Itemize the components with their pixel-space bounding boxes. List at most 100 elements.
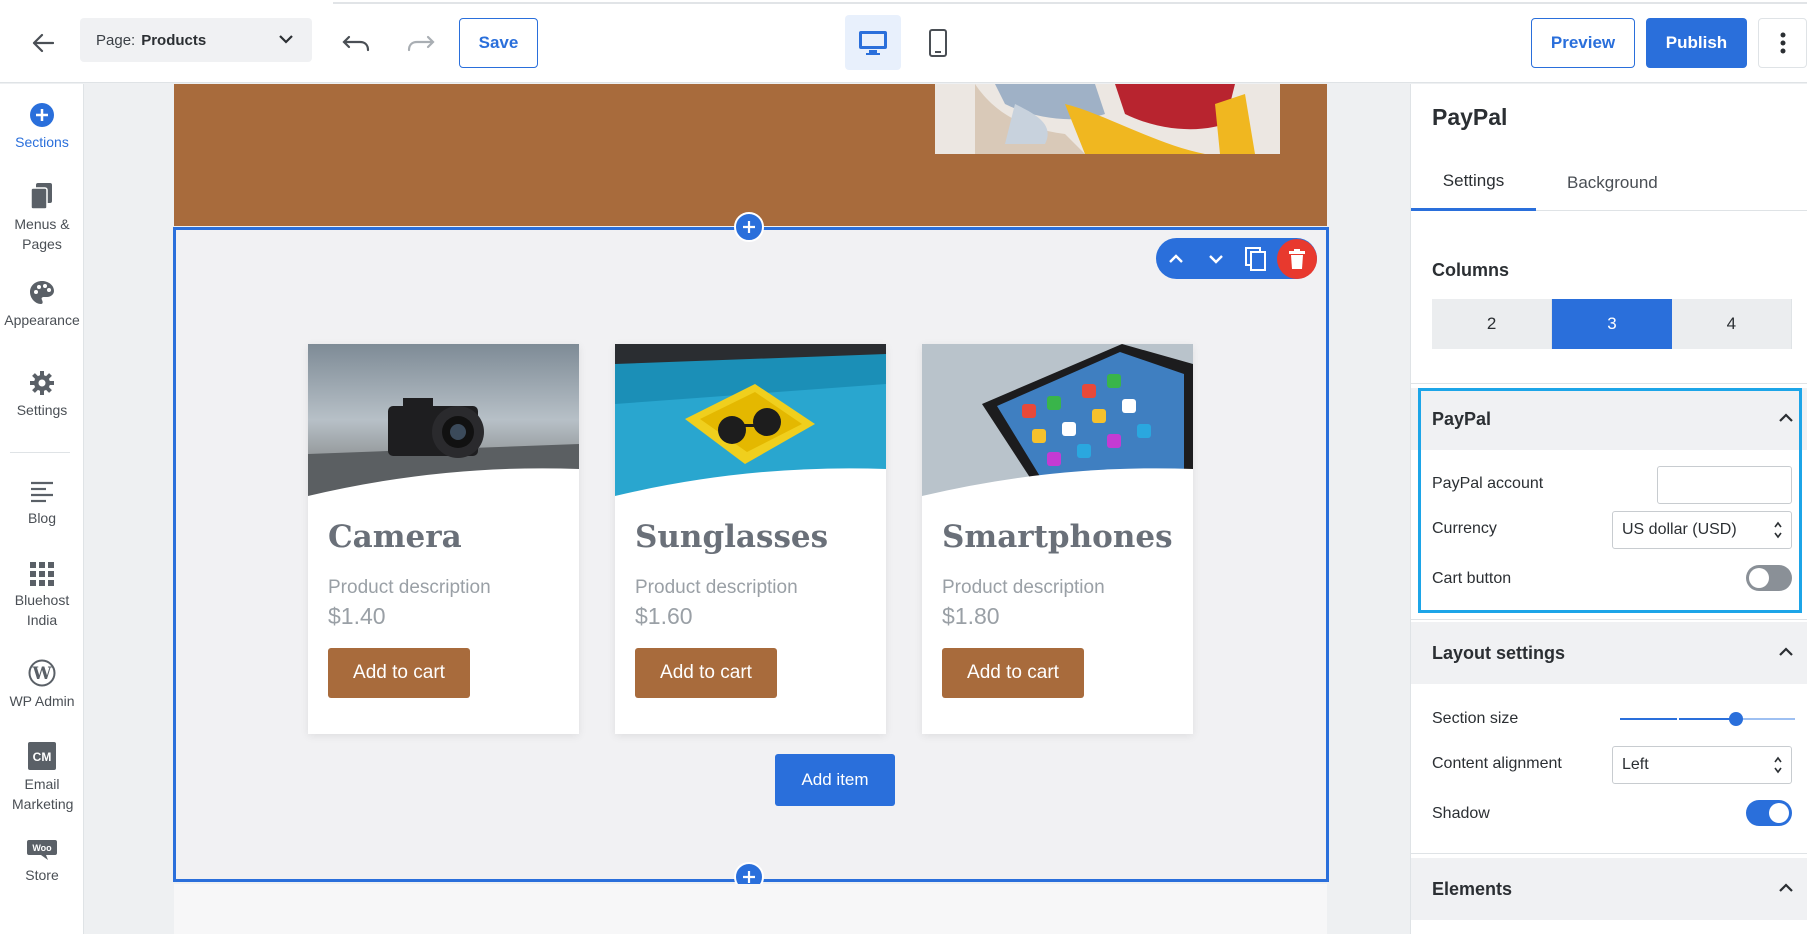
vertical-dots-icon (1780, 32, 1785, 54)
hero-image (935, 84, 1280, 154)
sidebar-item-email-marketing[interactable]: CM Email Marketing (0, 742, 84, 814)
sidebar-item-label: Store (25, 867, 59, 883)
product-card[interactable]: Smartphones Product description $1.80 Ad… (922, 344, 1193, 734)
top-toolbar: Page: Products Save Preview Publish (0, 0, 1807, 83)
move-up-button[interactable] (1156, 238, 1196, 279)
content-alignment-label: Content alignment (1432, 755, 1562, 772)
editor-canvas: Camera Product description $1.40 Add to … (85, 84, 1410, 934)
add-to-cart-button[interactable]: Add to cart (942, 648, 1084, 698)
delete-button[interactable] (1277, 238, 1317, 279)
sidebar-item-label: WP Admin (9, 693, 75, 709)
undo-icon (342, 35, 370, 52)
panel-divider (1411, 619, 1807, 620)
product-price: $1.80 (942, 603, 1000, 629)
add-item-button[interactable]: Add item (775, 754, 895, 806)
next-section[interactable] (174, 884, 1327, 934)
sidebar-item-menus-pages[interactable]: Menus & Pages (0, 182, 84, 254)
layout-heading: Layout settings (1432, 642, 1566, 663)
top-divider (333, 2, 1807, 4)
sidebar-item-label: Bluehost India (14, 592, 70, 628)
wordpress-icon: W (28, 659, 56, 687)
columns-option-3[interactable]: 3 (1552, 299, 1672, 349)
palette-icon (30, 281, 54, 304)
card-curve (615, 468, 886, 504)
publish-button[interactable]: Publish (1646, 18, 1747, 68)
settings-panel: PayPal Settings Background Columns 2 3 4… (1410, 84, 1807, 934)
tab-settings[interactable]: Settings (1411, 154, 1536, 211)
plus-icon (743, 871, 755, 883)
sidebar-item-label: Sections (15, 134, 69, 150)
hero-section[interactable] (174, 84, 1327, 226)
page-selector-value: Products (141, 31, 207, 49)
toggle-knob (1769, 803, 1789, 823)
layout-accordion-header[interactable]: Layout settings (1411, 622, 1807, 684)
elements-accordion-header[interactable]: Elements (1411, 858, 1807, 920)
elements-heading: Elements (1432, 878, 1513, 899)
sidebar-item-blog[interactable]: Blog (0, 480, 84, 528)
copy-icon (1245, 246, 1266, 271)
product-description: Product description (635, 577, 798, 598)
sidebar-item-sections[interactable]: Sections (0, 102, 84, 152)
card-curve (308, 468, 579, 504)
move-down-button[interactable] (1196, 238, 1236, 279)
content-alignment-value: Left (1622, 756, 1649, 773)
section-size-slider[interactable] (1620, 711, 1795, 727)
blog-icon (31, 481, 53, 503)
more-options-button[interactable] (1758, 18, 1807, 68)
left-sidebar: Sections Menus & Pages Appearance Settin… (0, 84, 84, 934)
svg-text:W: W (31, 664, 52, 684)
plus-icon (743, 221, 755, 233)
save-button[interactable]: Save (459, 18, 538, 68)
sidebar-item-wp-admin[interactable]: W WP Admin (0, 659, 84, 711)
svg-text:Woo: Woo (32, 843, 52, 853)
shadow-label: Shadow (1432, 805, 1490, 822)
duplicate-button[interactable] (1236, 238, 1276, 279)
product-description: Product description (328, 577, 491, 598)
sidebar-item-label: Appearance (4, 312, 80, 328)
desktop-view-button[interactable] (845, 15, 901, 70)
sidebar-item-store[interactable]: Woo Store (0, 839, 84, 885)
product-card[interactable]: Sunglasses Product description $1.60 Add… (615, 344, 886, 734)
preview-button[interactable]: Preview (1531, 18, 1635, 68)
mobile-view-button[interactable] (910, 15, 966, 70)
columns-option-2[interactable]: 2 (1432, 299, 1553, 349)
paypal-highlight-box (1418, 388, 1802, 613)
shadow-toggle[interactable] (1746, 800, 1792, 826)
page-selector[interactable]: Page: Products (80, 18, 312, 62)
add-section-above-button[interactable] (734, 212, 764, 242)
chevron-down-icon (1209, 254, 1223, 264)
product-card[interactable]: Camera Product description $1.40 Add to … (308, 344, 579, 734)
grid-icon (30, 562, 54, 586)
slider-thumb[interactable] (1729, 712, 1743, 726)
desktop-icon (859, 30, 887, 55)
product-title: Smartphones (942, 519, 1173, 555)
redo-button[interactable] (401, 26, 441, 60)
redo-icon (407, 35, 435, 52)
svg-text:CM: CM (33, 750, 52, 764)
chevron-up-icon (1779, 647, 1793, 656)
sidebar-item-appearance[interactable]: Appearance (0, 280, 84, 330)
product-price: $1.40 (328, 603, 386, 629)
arrow-left-icon (32, 33, 54, 53)
product-title: Camera (328, 519, 462, 555)
select-arrows-icon (1774, 756, 1782, 774)
add-to-cart-button[interactable]: Add to cart (328, 648, 470, 698)
card-curve (922, 468, 1193, 504)
sidebar-item-label: Menus & Pages (14, 216, 70, 252)
tab-background[interactable]: Background (1567, 154, 1658, 211)
page-selector-prefix: Page: (96, 31, 136, 49)
chevron-down-icon (279, 35, 293, 44)
trash-icon (1289, 248, 1305, 269)
sidebar-item-bluehost-india[interactable]: Bluehost India (0, 562, 84, 630)
sidebar-item-label: Settings (16, 402, 68, 418)
undo-button[interactable] (336, 26, 376, 60)
sidebar-item-settings[interactable]: Settings (0, 370, 84, 420)
chevron-up-icon (1169, 253, 1183, 263)
content-alignment-select[interactable]: Left (1612, 746, 1792, 784)
add-to-cart-button[interactable]: Add to cart (635, 648, 777, 698)
back-button[interactable] (22, 26, 64, 60)
columns-option-4[interactable]: 4 (1671, 299, 1792, 349)
chevron-up-icon (1779, 883, 1793, 892)
panel-tabs: Settings Background (1411, 154, 1807, 211)
panel-divider (1411, 383, 1807, 384)
